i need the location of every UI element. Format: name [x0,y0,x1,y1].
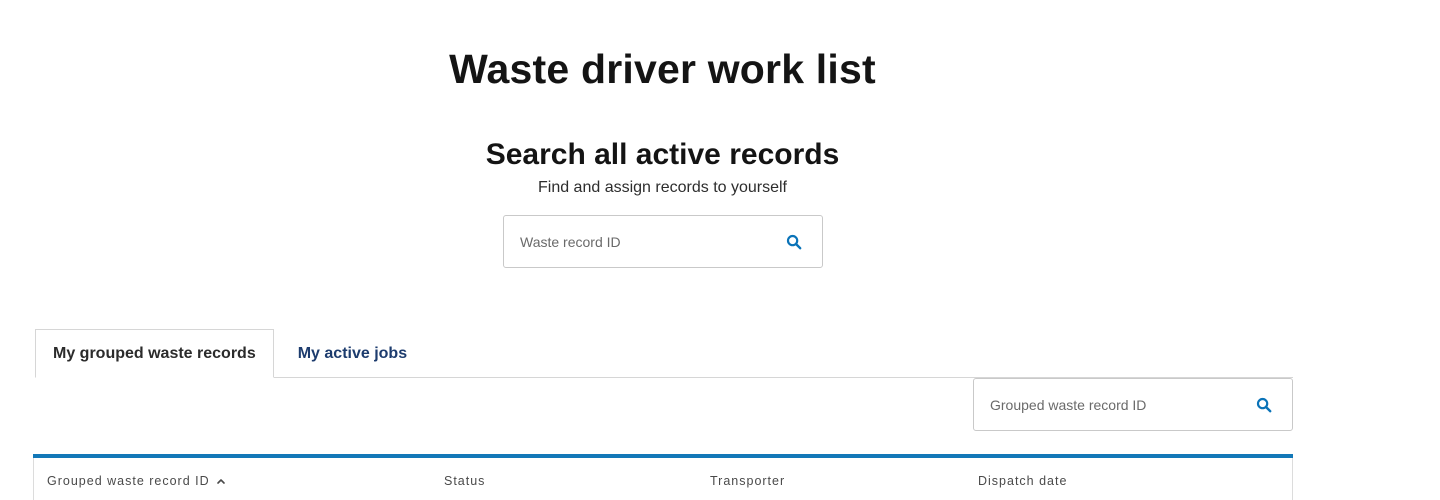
column-header-transporter[interactable]: Transporter [710,474,785,488]
page: Waste driver work list Search all active… [0,0,1440,500]
column-header-status[interactable]: Status [444,474,485,488]
grouped-record-search-button[interactable] [1236,379,1292,430]
table-header: Grouped waste record ID Status Transport… [33,458,1293,500]
search-subtitle: Find and assign records to yourself [537,179,787,196]
tab-my-grouped-waste-records[interactable]: My grouped waste records [35,329,274,378]
grouped-waste-record-id-input[interactable] [974,379,1236,430]
search-icon [1256,397,1272,412]
waste-record-id-input[interactable] [504,216,766,267]
tab-my-active-jobs[interactable]: My active jobs [274,329,424,378]
page-title: Waste driver work list [449,46,876,92]
search-icon [786,234,802,249]
sort-ascending-icon [216,479,225,484]
tab-bar: My grouped waste records My active jobs [35,329,424,378]
waste-record-search [503,215,823,268]
search-heading: Search all active records [485,138,840,171]
column-header-label: Grouped waste record ID [47,474,210,488]
grouped-record-search [973,378,1293,431]
column-header-dispatch-date[interactable]: Dispatch date [978,474,1067,488]
column-header-grouped-waste-record-id[interactable]: Grouped waste record ID [47,474,226,488]
waste-record-search-button[interactable] [766,216,822,267]
